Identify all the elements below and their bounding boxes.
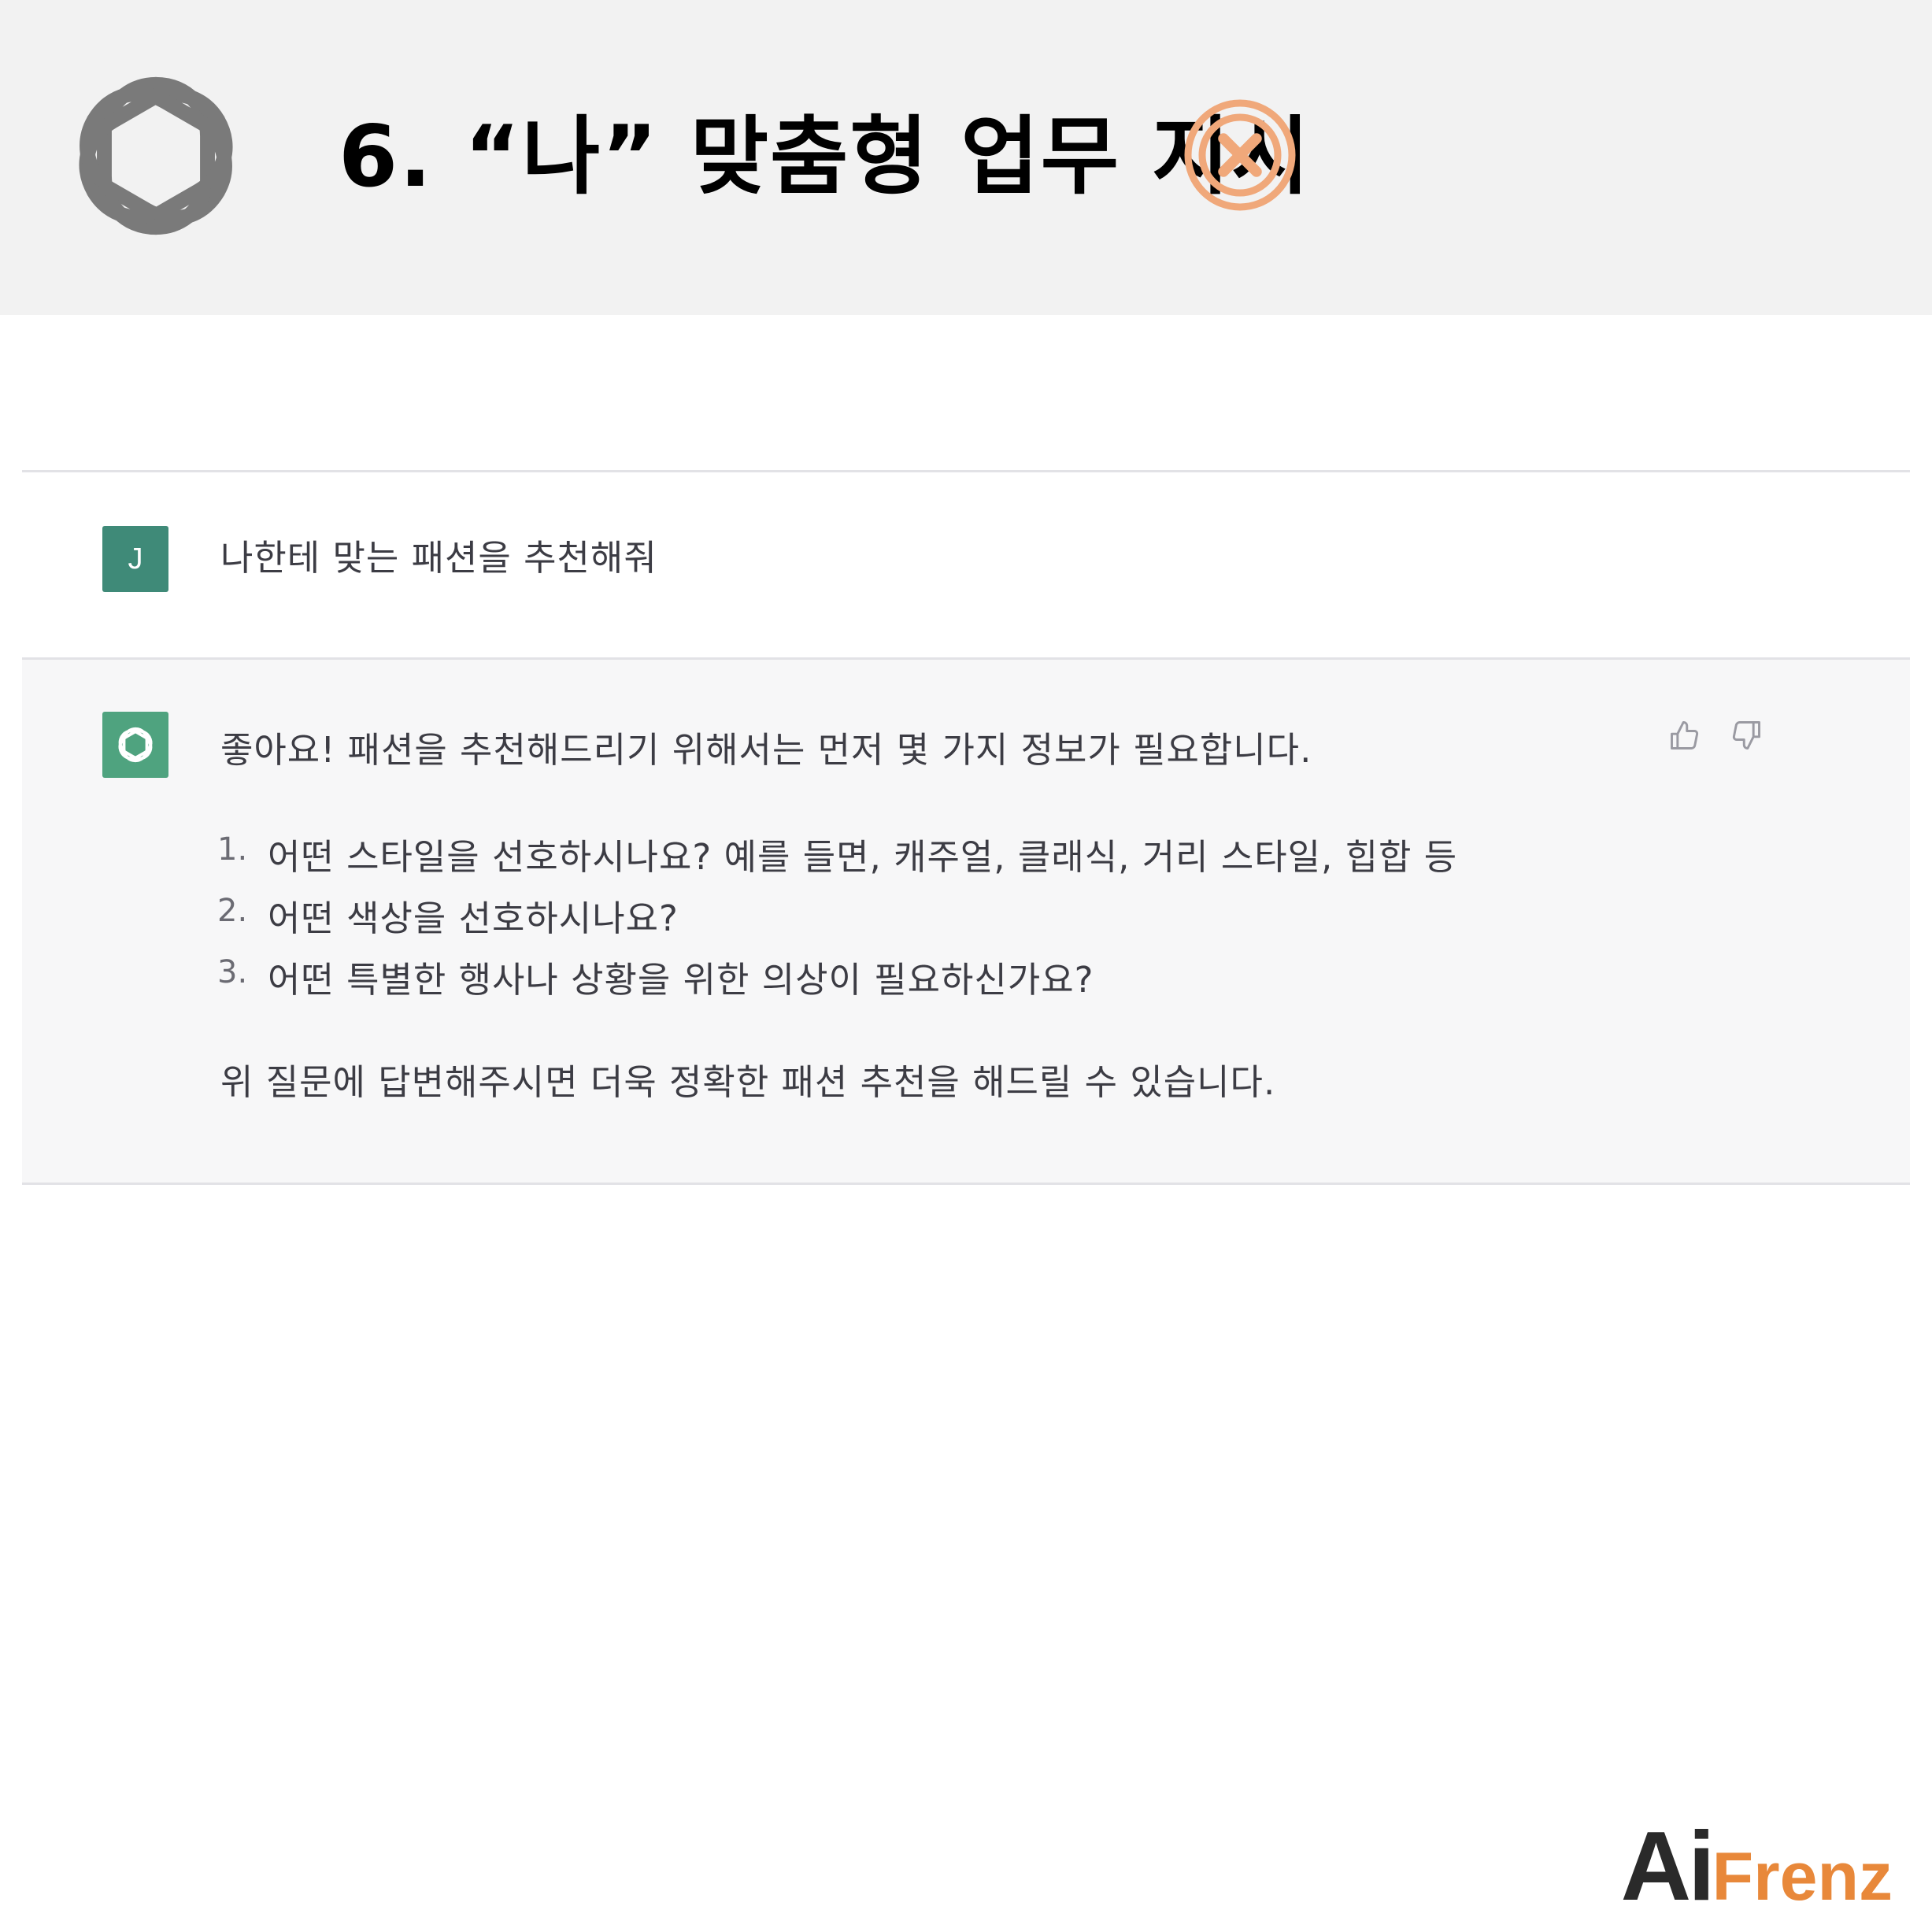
assistant-intro-text: 좋아요! 패션을 추천해드리기 위해서는 먼저 몇 가지 정보가 필요합니다. xyxy=(220,729,1312,771)
list-item-text: 어떤 스타일을 선호하시나요? 예를 들면, 캐주얼, 클래식, 거리 스타일,… xyxy=(268,836,1458,878)
page-title: 6. “나” 맞춤형 업무 지시 xyxy=(339,108,1312,206)
thumbs-up-icon[interactable] xyxy=(1667,718,1702,753)
brand-logo: AiFrenz xyxy=(1621,1811,1893,1921)
brand-frenz-text: Frenz xyxy=(1712,1839,1893,1915)
user-message-text: 나한테 맞는 패션을 추천해줘 xyxy=(220,537,657,579)
divider xyxy=(22,1183,1910,1185)
brand-ai-text: Ai xyxy=(1620,1812,1715,1921)
thumbs-down-icon[interactable] xyxy=(1729,718,1764,753)
assistant-avatar xyxy=(102,712,168,778)
list-item-text: 어떤 특별한 행사나 상황을 위한 의상이 필요하신가요? xyxy=(268,959,1094,1001)
openai-logo-icon xyxy=(114,725,157,764)
list-item-text: 어떤 색상을 선호하시나요? xyxy=(268,898,679,939)
user-message-row: J 나한테 맞는 패션을 추천해줘 xyxy=(22,472,1910,657)
openai-logo-icon xyxy=(57,57,255,255)
header-banner: 6. “나” 맞춤형 업무 지시 xyxy=(0,0,1932,315)
list-number: 2. xyxy=(217,893,248,929)
assistant-closing-text: 위 질문에 답변해주시면 더욱 정확한 패션 추천을 해드릴 수 있습니다. xyxy=(220,1061,1276,1103)
user-avatar: J xyxy=(102,526,168,592)
list-number: 1. xyxy=(217,831,248,868)
list-number: 3. xyxy=(217,954,248,990)
assistant-message-row: 좋아요! 패션을 추천해드리기 위해서는 먼저 몇 가지 정보가 필요합니다. … xyxy=(22,660,1910,1183)
x-circle-icon xyxy=(1184,99,1296,211)
